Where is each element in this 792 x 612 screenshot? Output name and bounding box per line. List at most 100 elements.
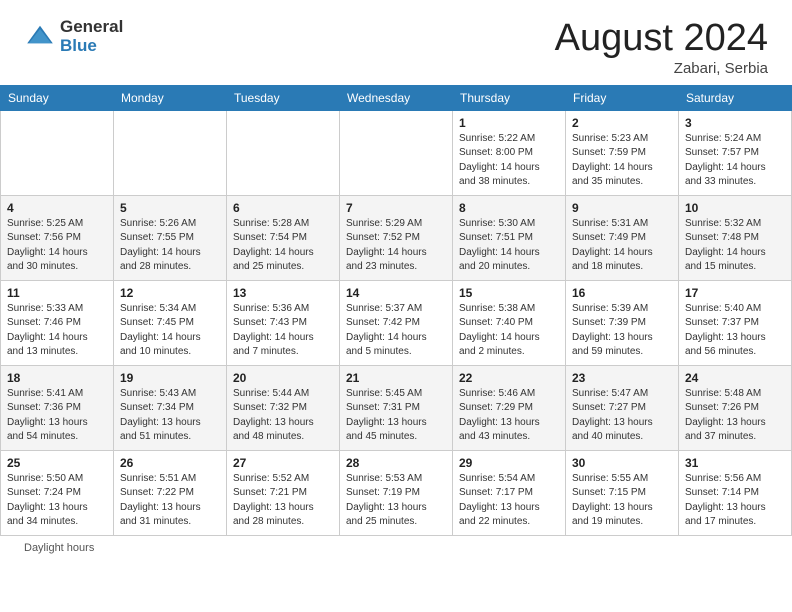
day-number: 1	[459, 116, 559, 130]
day-info: Sunrise: 5:45 AM Sunset: 7:31 PM Dayligh…	[346, 387, 446, 445]
day-info: Sunrise: 5:54 AM Sunset: 7:17 PM Dayligh…	[459, 472, 559, 530]
day-number: 24	[685, 371, 785, 385]
col-header-sunday: Sunday	[1, 85, 114, 110]
logo-icon	[24, 21, 56, 53]
day-number: 29	[459, 456, 559, 470]
day-info: Sunrise: 5:28 AM Sunset: 7:54 PM Dayligh…	[233, 217, 333, 275]
calendar-cell: 6 Sunrise: 5:28 AM Sunset: 7:54 PM Daylig…	[227, 195, 340, 280]
day-info: Sunrise: 5:41 AM Sunset: 7:36 PM Dayligh…	[7, 387, 107, 445]
day-info: Sunrise: 5:48 AM Sunset: 7:26 PM Dayligh…	[685, 387, 785, 445]
month-year: August 2024	[555, 18, 768, 60]
day-info: Sunrise: 5:40 AM Sunset: 7:37 PM Dayligh…	[685, 302, 785, 360]
calendar-cell: 25 Sunrise: 5:50 AM Sunset: 7:24 PM Dayli…	[1, 450, 114, 535]
day-number: 15	[459, 286, 559, 300]
footer: Daylight hours	[0, 536, 792, 560]
calendar-cell: 22Sunrise: 5:46 AM Sunset: 7:29 PM Dayli…	[453, 365, 566, 450]
day-number: 12	[120, 286, 220, 300]
day-info: Sunrise: 5:37 AM Sunset: 7:42 PM Dayligh…	[346, 302, 446, 360]
calendar-cell: 18 Sunrise: 5:41 AM Sunset: 7:36 PM Dayli…	[1, 365, 114, 450]
day-number: 11	[7, 286, 107, 300]
day-info: Sunrise: 5:55 AM Sunset: 7:15 PM Dayligh…	[572, 472, 672, 530]
day-info: Sunrise: 5:23 AM Sunset: 7:59 PM Dayligh…	[572, 132, 672, 190]
day-number: 25	[7, 456, 107, 470]
calendar-cell: 30 Sunrise: 5:55 AM Sunset: 7:15 PM Dayli…	[566, 450, 679, 535]
daylight-hours-label: Daylight hours	[24, 542, 94, 554]
day-info: Sunrise: 5:56 AM Sunset: 7:14 PM Dayligh…	[685, 472, 785, 530]
calendar-cell: 8Sunrise: 5:30 AM Sunset: 7:51 PM Daylig…	[453, 195, 566, 280]
day-info: Sunrise: 5:33 AM Sunset: 7:46 PM Dayligh…	[7, 302, 107, 360]
calendar-week-row: 4Sunrise: 5:25 AM Sunset: 7:56 PM Daylig…	[1, 195, 792, 280]
day-number: 21	[346, 371, 446, 385]
calendar-cell: 21 Sunrise: 5:45 AM Sunset: 7:31 PM Dayli…	[340, 365, 453, 450]
day-info: Sunrise: 5:25 AM Sunset: 7:56 PM Dayligh…	[7, 217, 107, 275]
day-info: Sunrise: 5:50 AM Sunset: 7:24 PM Dayligh…	[7, 472, 107, 530]
day-number: 27	[233, 456, 333, 470]
col-header-wednesday: Wednesday	[340, 85, 453, 110]
day-number: 17	[685, 286, 785, 300]
day-info: Sunrise: 5:46 AM Sunset: 7:29 PM Dayligh…	[459, 387, 559, 445]
day-info: Sunrise: 5:22 AM Sunset: 8:00 PM Dayligh…	[459, 132, 559, 190]
day-number: 8	[459, 201, 559, 215]
calendar-cell: 20 Sunrise: 5:44 AM Sunset: 7:32 PM Dayli…	[227, 365, 340, 450]
day-number: 16	[572, 286, 672, 300]
col-header-monday: Monday	[114, 85, 227, 110]
calendar-cell: 15Sunrise: 5:38 AM Sunset: 7:40 PM Dayli…	[453, 280, 566, 365]
day-info: Sunrise: 5:24 AM Sunset: 7:57 PM Dayligh…	[685, 132, 785, 190]
day-info: Sunrise: 5:51 AM Sunset: 7:22 PM Dayligh…	[120, 472, 220, 530]
calendar-cell: 10 Sunrise: 5:32 AM Sunset: 7:48 PM Dayli…	[679, 195, 792, 280]
day-number: 7	[346, 201, 446, 215]
calendar-week-row: 1 Sunrise: 5:22 AM Sunset: 8:00 PM Daylig…	[1, 110, 792, 195]
calendar-week-row: 25 Sunrise: 5:50 AM Sunset: 7:24 PM Dayli…	[1, 450, 792, 535]
calendar-cell: 16 Sunrise: 5:39 AM Sunset: 7:39 PM Dayli…	[566, 280, 679, 365]
calendar-cell: 1 Sunrise: 5:22 AM Sunset: 8:00 PM Daylig…	[453, 110, 566, 195]
calendar-cell	[1, 110, 114, 195]
day-info: Sunrise: 5:39 AM Sunset: 7:39 PM Dayligh…	[572, 302, 672, 360]
calendar-cell	[114, 110, 227, 195]
day-number: 10	[685, 201, 785, 215]
day-info: Sunrise: 5:47 AM Sunset: 7:27 PM Dayligh…	[572, 387, 672, 445]
day-info: Sunrise: 5:44 AM Sunset: 7:32 PM Dayligh…	[233, 387, 333, 445]
day-number: 19	[120, 371, 220, 385]
calendar-cell: 27 Sunrise: 5:52 AM Sunset: 7:21 PM Dayli…	[227, 450, 340, 535]
day-number: 31	[685, 456, 785, 470]
col-header-saturday: Saturday	[679, 85, 792, 110]
day-number: 2	[572, 116, 672, 130]
header: General Blue August 2024 Zabari, Serbia	[0, 0, 792, 85]
calendar-cell: 29 Sunrise: 5:54 AM Sunset: 7:17 PM Dayli…	[453, 450, 566, 535]
day-number: 9	[572, 201, 672, 215]
day-number: 23	[572, 371, 672, 385]
calendar-cell: 19Sunrise: 5:43 AM Sunset: 7:34 PM Dayli…	[114, 365, 227, 450]
day-info: Sunrise: 5:26 AM Sunset: 7:55 PM Dayligh…	[120, 217, 220, 275]
calendar-cell: 28Sunrise: 5:53 AM Sunset: 7:19 PM Dayli…	[340, 450, 453, 535]
day-info: Sunrise: 5:36 AM Sunset: 7:43 PM Dayligh…	[233, 302, 333, 360]
calendar-cell: 2 Sunrise: 5:23 AM Sunset: 7:59 PM Daylig…	[566, 110, 679, 195]
day-info: Sunrise: 5:53 AM Sunset: 7:19 PM Dayligh…	[346, 472, 446, 530]
day-number: 5	[120, 201, 220, 215]
calendar-cell: 17 Sunrise: 5:40 AM Sunset: 7:37 PM Dayli…	[679, 280, 792, 365]
calendar-cell: 7 Sunrise: 5:29 AM Sunset: 7:52 PM Daylig…	[340, 195, 453, 280]
day-number: 20	[233, 371, 333, 385]
day-info: Sunrise: 5:32 AM Sunset: 7:48 PM Dayligh…	[685, 217, 785, 275]
calendar: SundayMondayTuesdayWednesdayThursdayFrid…	[0, 85, 792, 536]
location: Zabari, Serbia	[555, 60, 768, 77]
logo: General Blue	[24, 18, 123, 55]
day-info: Sunrise: 5:52 AM Sunset: 7:21 PM Dayligh…	[233, 472, 333, 530]
day-number: 6	[233, 201, 333, 215]
day-info: Sunrise: 5:34 AM Sunset: 7:45 PM Dayligh…	[120, 302, 220, 360]
calendar-week-row: 11 Sunrise: 5:33 AM Sunset: 7:46 PM Dayli…	[1, 280, 792, 365]
logo-general-text: General	[60, 18, 123, 37]
day-info: Sunrise: 5:31 AM Sunset: 7:49 PM Dayligh…	[572, 217, 672, 275]
day-number: 18	[7, 371, 107, 385]
col-header-thursday: Thursday	[453, 85, 566, 110]
day-number: 13	[233, 286, 333, 300]
calendar-cell: 4Sunrise: 5:25 AM Sunset: 7:56 PM Daylig…	[1, 195, 114, 280]
calendar-cell: 31 Sunrise: 5:56 AM Sunset: 7:14 PM Dayli…	[679, 450, 792, 535]
calendar-cell: 12 Sunrise: 5:34 AM Sunset: 7:45 PM Dayli…	[114, 280, 227, 365]
calendar-cell: 24 Sunrise: 5:48 AM Sunset: 7:26 PM Dayli…	[679, 365, 792, 450]
title-block: August 2024 Zabari, Serbia	[555, 18, 768, 77]
logo-blue-text: Blue	[60, 37, 123, 56]
day-info: Sunrise: 5:29 AM Sunset: 7:52 PM Dayligh…	[346, 217, 446, 275]
day-number: 30	[572, 456, 672, 470]
col-header-tuesday: Tuesday	[227, 85, 340, 110]
calendar-cell: 5 Sunrise: 5:26 AM Sunset: 7:55 PM Daylig…	[114, 195, 227, 280]
